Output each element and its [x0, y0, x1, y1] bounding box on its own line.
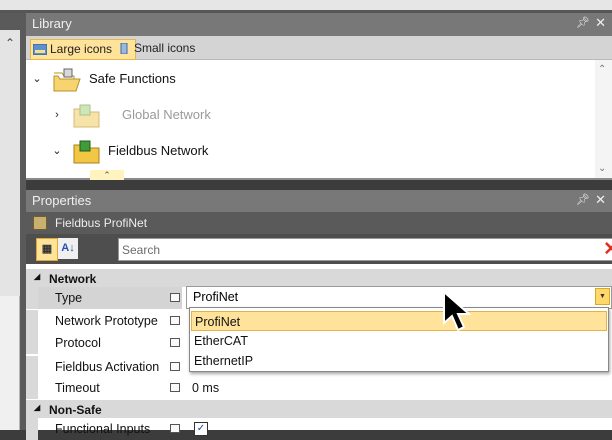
category-non-safe[interactable]: ◢ Non-Safe	[26, 400, 612, 418]
functional-inputs-checkbox[interactable]: ✓	[194, 422, 208, 436]
dropdown-option-profinet[interactable]: ProfiNet	[191, 311, 607, 331]
mouse-pointer-icon	[443, 289, 472, 332]
collapse-handle-icon[interactable]: ⌃	[90, 170, 124, 180]
category-name: Network	[49, 272, 97, 286]
collapse-triangle-icon[interactable]: ◢	[34, 272, 40, 281]
property-link-icon	[165, 377, 185, 399]
search-input[interactable]: Search ✕	[118, 238, 612, 261]
dropdown-option-ethernetip[interactable]: EthernetIP	[191, 351, 607, 371]
close-icon[interactable]: ✕	[595, 15, 606, 31]
property-link-icon	[165, 418, 185, 440]
tree-item-label: Global Network	[122, 107, 211, 122]
top-strip	[0, 0, 612, 10]
property-name: Functional Inputs	[55, 422, 151, 436]
clear-search-icon[interactable]: ✕	[603, 238, 612, 261]
property-link-icon	[165, 287, 185, 309]
property-link-icon	[165, 310, 185, 332]
collapse-triangle-icon[interactable]: ◢	[34, 403, 40, 412]
properties-toolbar: ▦ A↓ Search ✕	[26, 234, 612, 264]
row-gutter	[26, 310, 38, 332]
chevron-down-icon[interactable]: ⌄	[50, 144, 64, 158]
categorized-view-button[interactable]: ▦	[36, 238, 58, 261]
category-network[interactable]: ◢ Network	[26, 269, 612, 287]
type-combobox[interactable]: ProfiNet ▼	[186, 286, 612, 309]
close-icon[interactable]: ✕	[595, 192, 606, 208]
dropdown-arrow-icon[interactable]: ▼	[595, 288, 610, 305]
library-scrollbar[interactable]: ⌃ ⌄	[595, 60, 612, 178]
row-gutter	[26, 377, 38, 399]
left-scrollbar[interactable]	[0, 30, 20, 296]
library-toolbar: Large icons Small icons	[26, 36, 612, 60]
scroll-down-icon[interactable]: ⌄	[598, 163, 606, 174]
tree-item-global-network[interactable]: › Global Network	[26, 101, 586, 131]
row-gutter	[26, 356, 38, 378]
tree-item-safe-functions[interactable]: ⌄ Safe Functions	[26, 65, 586, 95]
property-name: Protocol	[55, 336, 101, 350]
properties-object-header: Fieldbus ProfiNet	[26, 212, 612, 234]
properties-title: Properties	[32, 193, 92, 208]
row-gutter	[26, 332, 38, 354]
property-row-timeout[interactable]: Timeout 0 ms	[26, 377, 612, 399]
properties-title-bar: Properties 📌︎ ✕	[26, 190, 612, 212]
search-placeholder: Search	[122, 243, 161, 257]
chevron-down-icon[interactable]: ⌄	[30, 72, 44, 86]
folder-network-icon	[73, 104, 100, 128]
property-name: Type	[38, 287, 182, 309]
scroll-up-icon[interactable]: ⌃	[598, 64, 606, 75]
tree-item-label: Safe Functions	[89, 71, 176, 86]
property-name: Fieldbus Activation	[55, 360, 160, 374]
chevron-up-icon[interactable]: ⌃	[3, 36, 17, 50]
property-link-icon	[165, 356, 185, 378]
fieldbus-icon	[33, 216, 47, 230]
object-name: Fieldbus ProfiNet	[55, 216, 148, 230]
type-combobox-value: ProfiNet	[193, 290, 239, 304]
property-value[interactable]: 0 ms	[192, 377, 219, 399]
property-name: Timeout	[55, 381, 100, 395]
tree-item-fieldbus-network[interactable]: ⌄ Fieldbus Network	[26, 137, 586, 167]
library-tree: ⌄ Safe Functions › Global Network ⌄ Fiel…	[26, 60, 612, 180]
folder-fieldbus-icon	[73, 140, 100, 164]
category-name: Non-Safe	[49, 403, 102, 417]
small-icons-label: Small icons	[134, 41, 196, 55]
library-title-bar: Library 📌︎ ✕	[26, 13, 612, 36]
pin-icon[interactable]: 📌︎	[576, 16, 590, 29]
tree-item-label: Fieldbus Network	[108, 143, 209, 158]
row-gutter	[26, 287, 38, 309]
alphabetical-sort-button[interactable]: A↓	[58, 238, 78, 259]
large-icons-label: Large icons	[50, 42, 113, 56]
property-row-functional-inputs[interactable]: Functional Inputs ✓	[26, 418, 612, 440]
row-gutter	[26, 418, 38, 440]
large-icons-icon	[33, 44, 47, 55]
small-icons-button[interactable]: Small icons	[115, 39, 227, 58]
pin-icon[interactable]: 📌︎	[576, 193, 590, 206]
property-name: Network Prototype	[55, 314, 158, 328]
type-dropdown-list: ProfiNet EtherCAT EthernetIP	[189, 307, 609, 372]
chevron-right-icon[interactable]: ›	[50, 108, 64, 122]
property-link-icon	[165, 332, 185, 354]
library-title: Library	[32, 16, 72, 31]
folder-open-icon	[53, 68, 81, 92]
small-icons-icon	[120, 43, 128, 54]
dropdown-option-ethercat[interactable]: EtherCAT	[191, 331, 607, 351]
